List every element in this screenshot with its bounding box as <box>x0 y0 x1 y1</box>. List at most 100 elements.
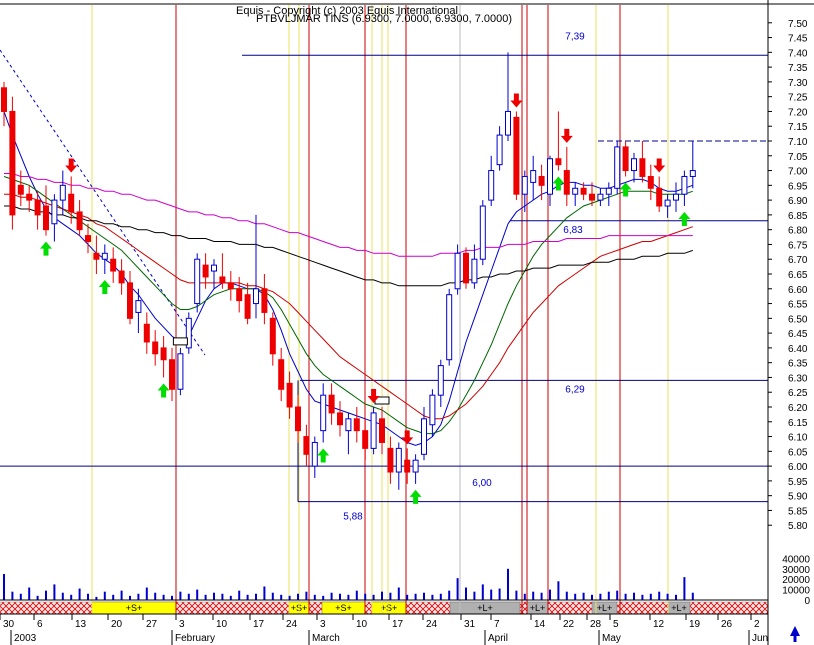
volume-bar <box>641 594 644 600</box>
volume-bar <box>557 581 560 600</box>
volume-bar <box>330 592 333 600</box>
volume-bar <box>162 594 165 600</box>
volume-bar <box>313 594 316 600</box>
volume-bar <box>666 593 669 600</box>
volume-bar <box>28 587 31 600</box>
date-tick-label: 22 <box>563 619 575 630</box>
date-tick-label: 7 <box>494 619 500 630</box>
volume-bar <box>288 595 291 600</box>
volume-bar <box>78 588 81 600</box>
volume-bar <box>112 594 115 600</box>
price-tick-label: 7.50 <box>788 19 808 30</box>
volume-bar <box>431 594 434 600</box>
candle-body <box>673 193 679 201</box>
date-tick-label: 24 <box>286 619 298 630</box>
volume-bar <box>339 593 341 600</box>
date-tick-label: 14 <box>534 619 546 630</box>
signal-band-label: +L+ <box>671 603 687 613</box>
volume-bar <box>599 593 602 600</box>
date-tick-label: 19 <box>689 619 701 630</box>
volume-bar <box>691 592 694 600</box>
candle-body <box>169 359 175 390</box>
volume-bar <box>263 586 266 600</box>
candle-body <box>404 459 411 473</box>
month-label: Jun <box>752 633 768 644</box>
volume-bar <box>355 590 358 600</box>
volume-bar <box>61 592 64 600</box>
level-label: 6,00 <box>472 478 492 489</box>
candle-body <box>479 205 486 260</box>
volume-bar <box>481 584 484 600</box>
price-tick-label: 6.75 <box>788 240 808 251</box>
candle-body <box>580 187 587 195</box>
candle-body <box>597 193 604 201</box>
candle-body <box>362 430 369 449</box>
volume-bar <box>137 593 140 600</box>
volume-bar <box>103 591 106 600</box>
price-tick-label: 6.05 <box>788 447 808 458</box>
volume-bar <box>439 593 442 600</box>
price-tick-label: 5.85 <box>788 506 808 517</box>
volume-bar <box>465 587 467 600</box>
price-tick-label: 6.40 <box>788 344 808 355</box>
volume-bar <box>498 588 501 600</box>
volume-bar <box>255 593 257 600</box>
volume-bar <box>456 578 459 600</box>
candle-body <box>160 347 167 361</box>
candle-body <box>387 447 394 473</box>
candle-body <box>261 288 268 313</box>
volume-bar <box>271 592 274 600</box>
candle-body <box>152 341 159 355</box>
price-tick-label: 6.10 <box>788 433 808 444</box>
candle-body <box>379 418 385 443</box>
signal-band-label: +S+ <box>126 603 143 613</box>
candle-body <box>681 175 688 195</box>
volume-bar <box>658 591 661 600</box>
signal-band-label: +L+ <box>477 603 493 613</box>
candle-body <box>328 394 335 414</box>
volume-bar <box>246 594 249 600</box>
date-tick-label: 26 <box>721 619 733 630</box>
price-tick-label: 7.00 <box>788 167 808 178</box>
price-tick-label: 6.65 <box>788 270 808 281</box>
volume-bar <box>305 591 308 600</box>
date-tick-label: 30 <box>3 619 15 630</box>
month-label: March <box>312 633 340 644</box>
candle-body <box>412 459 419 473</box>
candle-body <box>76 211 83 231</box>
volume-bar <box>591 594 593 600</box>
volume-tick-label: 0 <box>804 596 810 607</box>
candle-body <box>555 158 562 166</box>
candle-body <box>631 158 637 172</box>
level-label: 6,29 <box>565 384 585 395</box>
candle-body <box>1 87 7 112</box>
candle-body <box>311 441 318 467</box>
candle-body <box>219 276 226 284</box>
candle-body <box>135 300 142 313</box>
date-tick-label: 17 <box>253 619 265 630</box>
candle-body <box>269 317 276 355</box>
candle-body <box>295 406 301 432</box>
candle-body <box>496 134 503 166</box>
candle-body <box>530 170 537 183</box>
candle-body <box>59 184 66 201</box>
date-tick-label: 13 <box>75 619 87 630</box>
volume-bar <box>221 593 224 600</box>
volume-bar <box>120 590 123 600</box>
volume-bar <box>45 590 47 600</box>
candle-body <box>51 199 58 225</box>
date-tick-label: 2 <box>754 619 760 630</box>
volume-bar <box>3 574 5 600</box>
candle-body <box>488 170 495 201</box>
date-tick-label: 10 <box>216 619 228 630</box>
signal-band-label: +S+ <box>335 603 352 613</box>
date-tick-label: 10 <box>356 619 368 630</box>
candle-body <box>513 116 520 195</box>
volume-bar <box>145 587 148 600</box>
price-tick-label: 6.20 <box>788 403 808 414</box>
price-tick-label: 6.45 <box>788 329 808 340</box>
date-tick-label: 20 <box>111 619 123 630</box>
candle-body <box>471 258 478 284</box>
date-tick-label: 5 <box>613 619 619 630</box>
volume-bar <box>574 593 577 600</box>
